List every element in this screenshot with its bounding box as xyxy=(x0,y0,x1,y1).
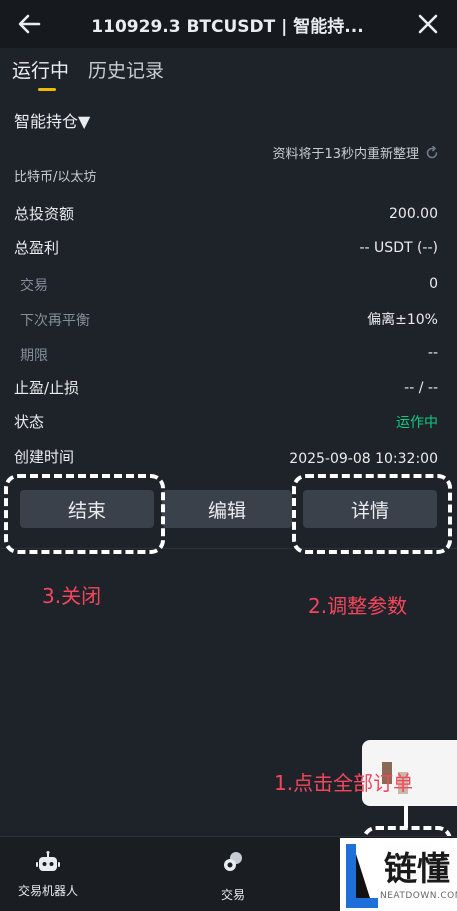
highlight-adjust xyxy=(292,474,452,554)
trades-label: 交易 xyxy=(20,278,48,294)
watermark-text: 链懂 xyxy=(384,849,450,888)
watermark-url: NEATDOWN.COM xyxy=(380,891,457,901)
tp-sl-label: 止盈/止损 xyxy=(14,379,80,397)
highlight-close xyxy=(4,474,165,554)
refresh-icon[interactable] xyxy=(425,146,439,160)
watermark-l-icon xyxy=(346,844,378,908)
close-icon[interactable] xyxy=(413,9,443,39)
tp-sl-value: -- / -- xyxy=(404,380,438,396)
refresh-countdown: 资料将于13秒内重新整理 xyxy=(272,147,419,162)
next-rebalance-label: 下次再平衡 xyxy=(20,313,90,329)
robot-icon xyxy=(36,851,60,871)
arrow-left-icon[interactable] xyxy=(14,9,44,39)
annotation-close: 3.关闭 xyxy=(42,584,102,608)
total-investment-label: 总投资额 xyxy=(14,205,75,223)
next-rebalance-value: 偏离±10% xyxy=(367,312,438,328)
annotation-adjust: 2.调整参数 xyxy=(308,594,408,618)
page-title: 110929.3 BTCUSDT | 智能持... xyxy=(91,17,364,37)
top-bar: 110929.3 BTCUSDT | 智能持... xyxy=(0,0,457,48)
tab-running[interactable]: 运行中 xyxy=(12,56,69,83)
total-investment-value: 200.00 xyxy=(389,206,438,222)
edit-button[interactable]: 编辑 xyxy=(162,490,292,528)
nav-item-trading-bot[interactable]: 交易机器人 xyxy=(0,837,120,911)
watermark-logo: 链懂 NEATDOWN.COM xyxy=(340,838,457,911)
total-profit-value: -- USDT (--) xyxy=(359,240,439,256)
nav-item-trade[interactable]: 交易 xyxy=(175,837,295,911)
term-value: -- xyxy=(427,345,438,361)
trades-value: 0 xyxy=(429,276,438,292)
active-tab-indicator xyxy=(38,88,56,91)
nav-label-trade: 交易 xyxy=(220,888,245,902)
total-profit-label: 总盈利 xyxy=(14,239,60,257)
term-label: 期限 xyxy=(20,348,48,364)
strategy-type-dropdown[interactable]: 智能持仓▼ xyxy=(14,108,90,132)
annotation-all-orders: 1.点击全部订单 xyxy=(274,771,414,795)
pair-label: 比特币/以太坊 xyxy=(14,170,97,185)
created-time-value: 2025-09-08 10:32:00 xyxy=(289,451,438,467)
status-label: 状态 xyxy=(14,413,45,431)
annotation-pointer xyxy=(404,804,408,828)
trade-icon xyxy=(224,852,242,871)
created-time-label: 创建时间 xyxy=(14,448,75,466)
nav-label-trading-bot: 交易机器人 xyxy=(17,884,78,898)
status-badge: 运作中 xyxy=(396,415,438,431)
tab-bar: 运行中 历史记录 xyxy=(0,48,457,96)
tab-history[interactable]: 历史记录 xyxy=(88,56,164,83)
